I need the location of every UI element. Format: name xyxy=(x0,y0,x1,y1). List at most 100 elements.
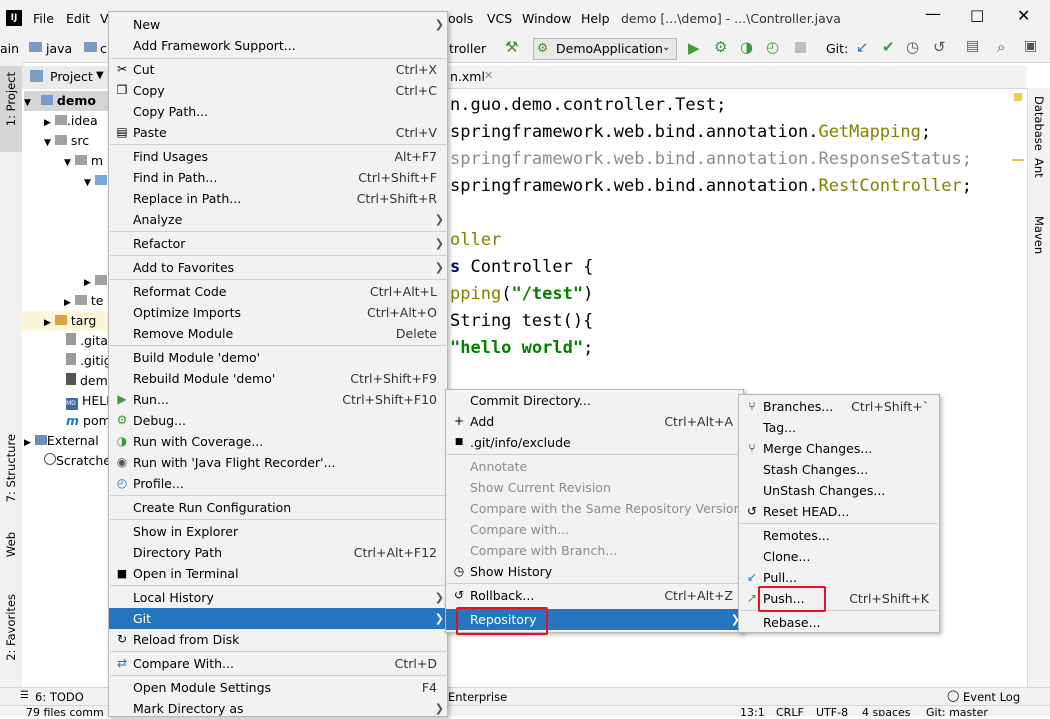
menu-item-build-module[interactable]: Build Module 'demo' xyxy=(109,347,447,368)
tool-tab-ant[interactable]: Ant xyxy=(1032,158,1046,178)
search-icon[interactable]: ⌕ xyxy=(997,38,1005,56)
todo-tab[interactable]: 6: TODO xyxy=(35,690,84,704)
minimize-icon[interactable]: — xyxy=(925,4,941,23)
tree-row[interactable]: .gita xyxy=(66,331,108,351)
editor-tab[interactable]: n.xml xyxy=(450,69,485,84)
menu-item-cut[interactable]: ✂ Cut Ctrl+X xyxy=(109,59,447,80)
menu-help[interactable]: Help xyxy=(581,11,610,26)
chevron-down-icon[interactable]: ▼ xyxy=(96,70,104,81)
tree-row[interactable]: ▼ src xyxy=(44,131,89,151)
menu-edit[interactable]: Edit xyxy=(66,11,90,26)
tool-tab-web[interactable]: Web xyxy=(4,532,18,557)
menu-item-remotes[interactable]: Remotes... xyxy=(739,525,939,546)
menu-item-directory-path[interactable]: Directory Path Ctrl+Alt+F12 xyxy=(109,542,447,563)
menu-item-paste[interactable]: ▤ Paste Ctrl+V xyxy=(109,122,447,143)
menu-item-open-in-terminal[interactable]: ■ Open in Terminal xyxy=(109,563,447,584)
run-icon[interactable]: ▶ xyxy=(688,39,700,57)
menu-item-refactor[interactable]: Refactor ❯ xyxy=(109,233,447,254)
git-commit-icon[interactable]: ✔ xyxy=(882,38,895,56)
menu-item-merge-changes[interactable]: ⑂ Merge Changes... xyxy=(739,438,939,459)
menu-item-add[interactable]: + Add Ctrl+Alt+A xyxy=(446,411,743,432)
tree-row[interactable]: ▶ .idea xyxy=(44,111,98,131)
breadcrumb-item[interactable]: java xyxy=(46,41,72,56)
menu-item-create-run-config[interactable]: Create Run Configuration xyxy=(109,497,447,518)
menu-item-add-framework[interactable]: Add Framework Support... xyxy=(109,35,447,56)
menu-item-show-in-explorer[interactable]: Show in Explorer xyxy=(109,521,447,542)
tree-row[interactable]: .gitig xyxy=(66,351,112,371)
git-update-icon[interactable]: ↙ xyxy=(856,38,869,56)
menu-item-new[interactable]: New ❯ xyxy=(109,14,447,35)
run-config-select[interactable]: ⚙ DemoApplication ⌄ xyxy=(533,38,677,60)
menu-item-reset-head[interactable]: ↺ Reset HEAD... xyxy=(739,501,939,522)
menu-item-stash-changes[interactable]: Stash Changes... xyxy=(739,459,939,480)
error-stripe-mark[interactable] xyxy=(1012,159,1024,161)
close-icon[interactable]: ✕ xyxy=(1017,6,1030,25)
menu-item-clone[interactable]: Clone... xyxy=(739,546,939,567)
event-log-tab[interactable]: Event Log xyxy=(963,690,1020,704)
tree-row[interactable]: m pom xyxy=(66,411,111,431)
tool-tab-database[interactable]: Database xyxy=(1032,96,1046,151)
menu-item-optimize-imports[interactable]: Optimize Imports Ctrl+Alt+O xyxy=(109,302,447,323)
breadcrumb-item[interactable]: ain xyxy=(0,41,19,56)
menu-item-local-history[interactable]: Local History ❯ xyxy=(109,587,447,608)
breadcrumb-item[interactable]: c xyxy=(100,41,107,56)
menu-item-reformat-code[interactable]: Reformat Code Ctrl+Alt+L xyxy=(109,281,447,302)
menu-item-pull[interactable]: ↙ Pull... xyxy=(739,567,939,588)
menu-item-git[interactable]: Git ❯ xyxy=(109,608,447,629)
menu-item-rebase[interactable]: Rebase... xyxy=(739,612,939,633)
menu-window[interactable]: Window xyxy=(522,11,571,26)
tree-row[interactable]: ▼ m xyxy=(64,151,103,171)
tree-row[interactable]: ▶ te xyxy=(64,291,103,311)
enterprise-tab[interactable]: Enterprise xyxy=(448,690,507,704)
coverage-icon[interactable]: ◑ xyxy=(740,38,753,56)
menu-item-copy-path[interactable]: Copy Path... xyxy=(109,101,447,122)
menu-item-branches[interactable]: ⑂ Branches... Ctrl+Shift+` xyxy=(739,396,939,417)
menu-item-run[interactable]: ▶ Run... Ctrl+Shift+F10 xyxy=(109,389,447,410)
menu-item-commit-directory[interactable]: Commit Directory... xyxy=(446,390,743,411)
menu-item-mark-directory-as[interactable]: Mark Directory as ❯ xyxy=(109,698,447,719)
rollback-icon[interactable]: ↺ xyxy=(933,38,946,56)
menu-item-run-with-coverage[interactable]: ◑ Run with Coverage... xyxy=(109,431,447,452)
tree-row[interactable]: Scratche xyxy=(44,451,111,471)
menu-tools[interactable]: ools xyxy=(448,11,473,26)
menu-item-copy[interactable]: ❐ Copy Ctrl+C xyxy=(109,80,447,101)
menu-item-rebuild-module[interactable]: Rebuild Module 'demo' Ctrl+Shift+F9 xyxy=(109,368,447,389)
menu-item-profile[interactable]: ◴ Profile... xyxy=(109,473,447,494)
profile-icon[interactable]: ◴ xyxy=(766,38,779,56)
stop-icon[interactable] xyxy=(795,42,806,53)
tree-row[interactable]: MD HELP xyxy=(66,391,114,411)
menu-item-compare-with[interactable]: ⇄ Compare With... Ctrl+D xyxy=(109,653,447,674)
menu-item-rollback[interactable]: ↺ Rollback... Ctrl+Alt+Z xyxy=(446,585,743,606)
menu-item-remove-module[interactable]: Remove Module Delete xyxy=(109,323,447,344)
close-tab-icon[interactable]: ✕ xyxy=(484,69,493,82)
menu-item-replace-in-path[interactable]: Replace in Path... Ctrl+Shift+R xyxy=(109,188,447,209)
maximize-icon[interactable]: □ xyxy=(970,6,984,24)
menu-item-find-in-path[interactable]: Find in Path... Ctrl+Shift+F xyxy=(109,167,447,188)
breadcrumb-item[interactable]: troller xyxy=(449,41,486,56)
tree-row-demo[interactable]: ▼ demo xyxy=(24,91,112,111)
history-icon[interactable]: ◷ xyxy=(906,38,919,56)
tool-tab-project[interactable]: 1: Project xyxy=(4,72,18,126)
menu-item-git-exclude[interactable]: ■ .git/info/exclude xyxy=(446,432,743,453)
tree-row[interactable]: ▶ External xyxy=(24,431,99,451)
presentation-icon[interactable]: ▣ xyxy=(1024,38,1037,54)
debug-icon[interactable]: ⚙ xyxy=(714,38,727,56)
menu-item-tag[interactable]: Tag... xyxy=(739,417,939,438)
menu-item-run-with-jfr[interactable]: ◉ Run with 'Java Flight Recorder'... xyxy=(109,452,447,473)
tree-row[interactable]: ▶ targ xyxy=(22,311,112,331)
project-view-select[interactable]: Project xyxy=(50,69,93,84)
tree-row[interactable]: ▼ xyxy=(84,171,107,191)
tree-row[interactable]: ▶ xyxy=(84,271,107,291)
tool-tab-favorites[interactable]: 2: Favorites xyxy=(4,594,18,661)
menu-item-reload-from-disk[interactable]: ↻ Reload from Disk xyxy=(109,629,447,650)
menu-item-open-module-settings[interactable]: Open Module Settings F4 xyxy=(109,677,447,698)
build-hammer-icon[interactable]: ⚒ xyxy=(505,38,518,56)
tool-tab-structure[interactable]: 7: Structure xyxy=(4,434,18,502)
project-structure-icon[interactable]: ▤ xyxy=(966,38,979,54)
menu-item-analyze[interactable]: Analyze ❯ xyxy=(109,209,447,230)
menu-vcs[interactable]: VCS xyxy=(487,11,512,26)
menu-item-debug[interactable]: ⚙ Debug... xyxy=(109,410,447,431)
tool-tab-maven[interactable]: Maven xyxy=(1032,216,1046,254)
menu-item-show-history[interactable]: ◷ Show History xyxy=(446,561,743,582)
inspection-indicator[interactable] xyxy=(1014,93,1022,101)
